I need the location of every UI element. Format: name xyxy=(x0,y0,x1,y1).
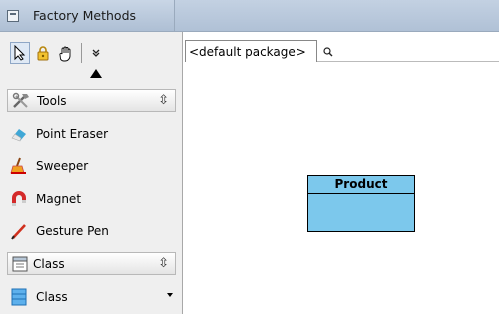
title-bar: Factory Methods xyxy=(0,0,499,32)
window-title: Factory Methods xyxy=(33,8,137,23)
magnet-icon xyxy=(12,191,26,206)
palette-title-area: Factory Methods xyxy=(0,0,175,31)
palette-toolbar xyxy=(10,40,109,66)
move-section-icon[interactable]: ⇳ xyxy=(158,93,169,108)
palette-item-magnet[interactable]: Magnet xyxy=(10,187,176,211)
sweeper-icon xyxy=(10,157,26,174)
class-section-icon xyxy=(12,256,28,271)
section-header-class[interactable]: Class ⇳ xyxy=(7,252,176,275)
item-label: Magnet xyxy=(36,192,82,206)
section-label: Class xyxy=(33,256,65,271)
uml-class-product[interactable]: Product xyxy=(307,175,415,232)
dropdown-arrow-icon[interactable] xyxy=(167,293,173,297)
tools-icon xyxy=(12,92,29,108)
window-menu-icon[interactable] xyxy=(7,9,19,22)
palette-item-gesture-pen[interactable]: Gesture Pen xyxy=(10,219,176,243)
package-tab[interactable]: <default package> xyxy=(185,40,317,62)
hand-icon[interactable] xyxy=(56,42,76,64)
pen-icon xyxy=(11,224,26,240)
class-icon xyxy=(11,288,27,306)
uml-class-name: Product xyxy=(308,176,414,194)
palette-item-sweeper[interactable]: Sweeper xyxy=(10,154,176,178)
palette-item-point-eraser[interactable]: Point Eraser xyxy=(10,122,176,146)
diagram-title-area xyxy=(175,0,499,31)
diagram-palette: Tools ⇳ Point Eraser Sweeper Magnet Gest… xyxy=(0,32,183,314)
item-label: Class xyxy=(36,290,68,304)
eraser-icon xyxy=(11,129,26,142)
section-label: Tools xyxy=(37,93,67,108)
toolbar-separator xyxy=(81,43,82,63)
collapse-arrow-icon[interactable] xyxy=(90,69,102,78)
tab-baseline xyxy=(317,61,499,62)
item-label: Gesture Pen xyxy=(36,224,109,238)
package-tab-label: <default package> xyxy=(189,44,306,59)
section-header-tools[interactable]: Tools ⇳ xyxy=(7,89,176,112)
move-section-icon[interactable]: ⇳ xyxy=(158,256,169,271)
lock-icon[interactable] xyxy=(33,42,53,64)
item-label: Point Eraser xyxy=(36,127,109,141)
more-chevron-icon[interactable] xyxy=(86,42,106,64)
item-label: Sweeper xyxy=(36,159,89,173)
select-arrow-icon[interactable] xyxy=(10,42,30,64)
search-icon[interactable] xyxy=(323,47,333,57)
palette-item-class[interactable]: Class xyxy=(10,285,176,309)
